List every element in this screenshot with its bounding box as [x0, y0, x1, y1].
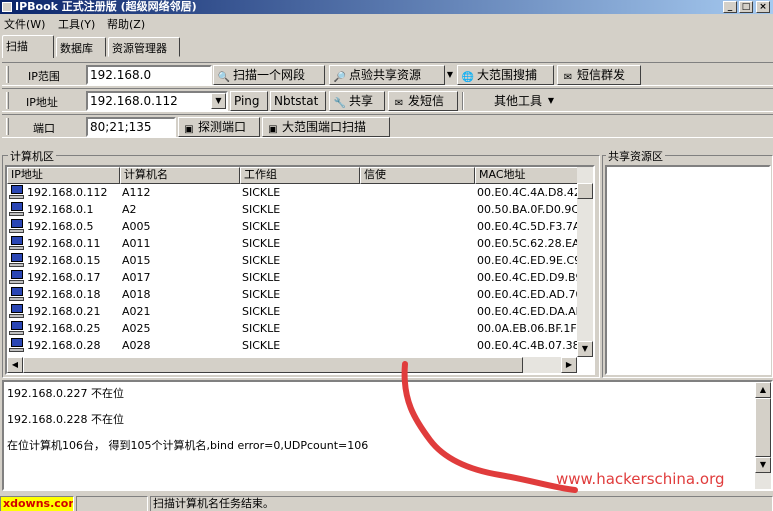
tab-scan[interactable]: 扫描: [2, 35, 54, 58]
watermark-text: www.hackerschina.org: [556, 470, 725, 488]
annotation-stroke: [401, 361, 578, 493]
red-arrow-stroke: [401, 361, 578, 493]
